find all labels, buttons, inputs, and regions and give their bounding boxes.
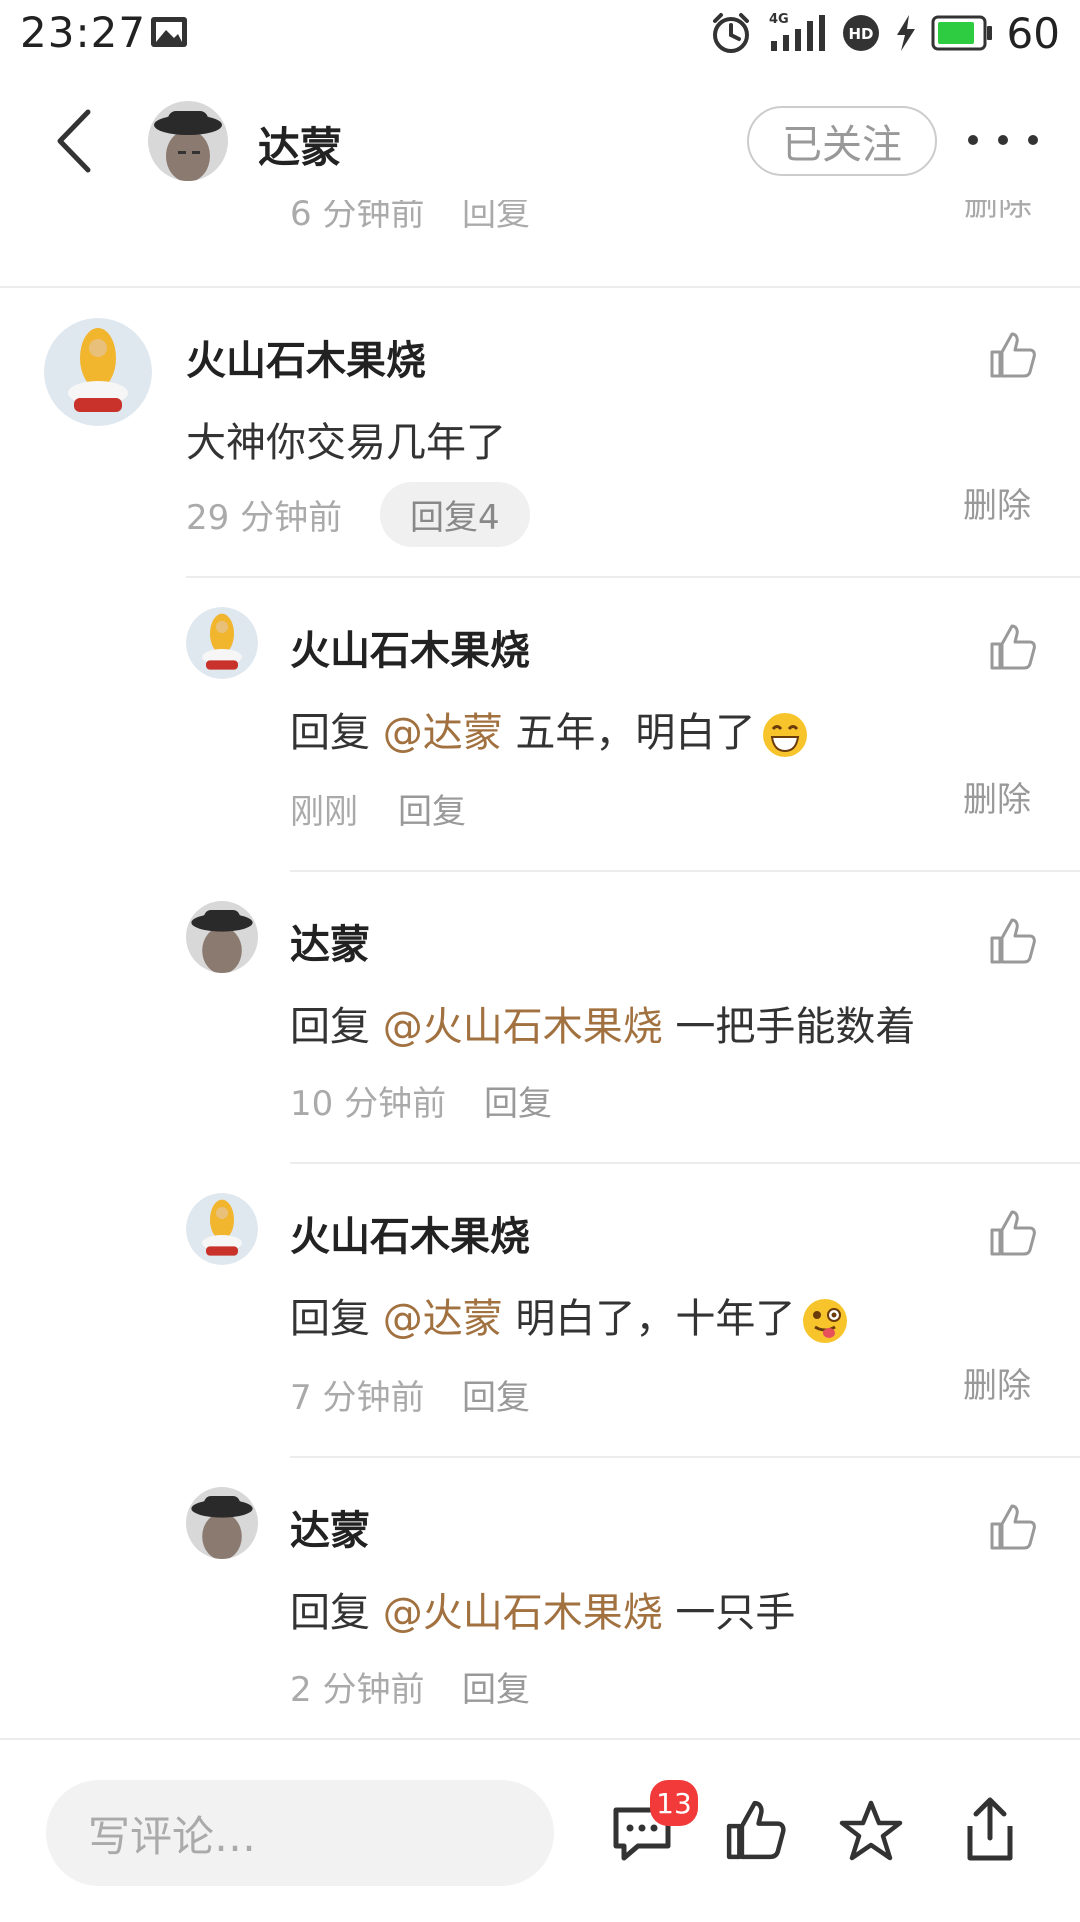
image-notification-icon [151, 17, 187, 47]
reply-prefix: 回复 [290, 1590, 383, 1636]
network-label: 4G [769, 12, 789, 27]
divider [290, 870, 1080, 872]
like-icon[interactable] [988, 330, 1038, 380]
reply-avatar[interactable] [186, 901, 258, 973]
reply-text: 回复 @火山石木果烧 一只手 [290, 1580, 795, 1638]
svg-text:HD: HD [848, 25, 873, 43]
previous-time: 6 分钟前 [290, 200, 425, 234]
reply-text: 回复 @达蒙 五年，明白了 [290, 700, 809, 759]
reply-link[interactable]: 回复 [484, 1076, 552, 1125]
reply-time: 2 分钟前 [290, 1670, 425, 1710]
previous-delete-link[interactable]: 删除 [964, 200, 1032, 225]
commenter-avatar[interactable] [44, 318, 152, 426]
top-nav-bar: 达蒙 已关注 [0, 66, 1080, 216]
reply-text: 回复 @火山石木果烧 一把手能数着 [290, 994, 915, 1052]
reply-body: 一把手能数着 [662, 1004, 916, 1050]
battery-level: 60 [1006, 8, 1060, 58]
status-icons: 4G HD 60 [709, 8, 1060, 58]
comment-text: 大神你交易几年了 [186, 420, 506, 466]
comment-input[interactable]: 写评论… [46, 1780, 554, 1886]
status-time: 23:27 [20, 8, 147, 57]
reply-link[interactable]: 回复 [462, 1662, 530, 1711]
star-icon[interactable] [838, 1798, 904, 1864]
divider [186, 576, 1080, 578]
status-bar: 23:27 4G HD 60 [0, 0, 1080, 66]
reply-avatar[interactable] [186, 1193, 258, 1265]
man-with-hat-avatar [186, 901, 258, 973]
grinning-emoji-icon [763, 713, 808, 757]
previous-reply-link[interactable]: 回复 [462, 200, 530, 235]
more-icon[interactable] [968, 128, 1038, 152]
reply-text: 回复 @达蒙 明白了，十年了 [290, 1286, 849, 1345]
user-avatar[interactable] [148, 101, 228, 181]
reply-prefix: 回复 [290, 1004, 383, 1050]
previous-comment-meta: 6 分钟前 回复 删除 [0, 200, 1080, 240]
reply-body: 五年，明白了 [502, 710, 756, 756]
reply-author[interactable]: 达蒙 [290, 1498, 370, 1556]
bottom-action-bar: 写评论… 13 [0, 1738, 1080, 1922]
charging-icon [896, 15, 915, 51]
hd-icon: HD [842, 15, 879, 51]
alarm-icon [712, 13, 749, 53]
share-icon[interactable] [960, 1794, 1020, 1864]
like-icon[interactable] [988, 1208, 1038, 1258]
delete-link[interactable]: 删除 [963, 772, 1031, 821]
delete-link[interactable]: 删除 [963, 478, 1031, 527]
reply-prefix: 回复 [290, 710, 383, 756]
follow-button[interactable]: 已关注 [747, 106, 937, 176]
comment-author[interactable]: 火山石木果烧 [186, 328, 426, 386]
like-icon[interactable] [724, 1798, 788, 1862]
like-icon[interactable] [988, 622, 1038, 672]
divider [290, 1162, 1080, 1164]
divider [0, 286, 1080, 288]
like-icon[interactable] [988, 1502, 1038, 1552]
page-title: 达蒙 [258, 123, 343, 172]
mention-link[interactable]: @火山石木果烧 [383, 1590, 663, 1636]
divider [290, 1456, 1080, 1458]
man-with-hat-avatar [148, 101, 228, 181]
reply-author[interactable]: 达蒙 [290, 912, 370, 970]
winking-tongue-emoji-icon [803, 1299, 848, 1343]
reply-author[interactable]: 火山石木果烧 [290, 618, 530, 676]
man-with-hat-avatar [186, 1487, 258, 1559]
reply-avatar[interactable] [186, 607, 258, 679]
reply-time: 刚刚 [290, 792, 358, 832]
reply-link[interactable]: 回复 [462, 1370, 530, 1419]
reply-body: 明白了，十年了 [502, 1296, 796, 1342]
buddha-avatar [44, 318, 152, 426]
mention-link[interactable]: @达蒙 [383, 1296, 503, 1342]
reply-prefix: 回复 [290, 1296, 383, 1342]
mention-link[interactable]: @达蒙 [383, 710, 503, 756]
back-icon[interactable] [48, 106, 108, 176]
mention-link[interactable]: @火山石木果烧 [383, 1004, 663, 1050]
reply-count-button[interactable]: 回复4 [380, 482, 530, 547]
reply-link[interactable]: 回复 [398, 784, 466, 833]
signal-icon: 4G [769, 12, 825, 51]
reply-avatar[interactable] [186, 1487, 258, 1559]
delete-link[interactable]: 删除 [963, 1358, 1031, 1407]
buddha-avatar [186, 1193, 258, 1265]
comment-time: 29 分钟前 [186, 498, 343, 538]
buddha-avatar [186, 607, 258, 679]
reply-body: 一只手 [662, 1590, 796, 1636]
like-icon[interactable] [988, 916, 1038, 966]
battery-icon [931, 15, 992, 51]
comment-count-badge: 13 [650, 1780, 698, 1826]
reply-time: 10 分钟前 [290, 1084, 447, 1124]
reply-author[interactable]: 火山石木果烧 [290, 1204, 530, 1262]
reply-time: 7 分钟前 [290, 1378, 425, 1418]
